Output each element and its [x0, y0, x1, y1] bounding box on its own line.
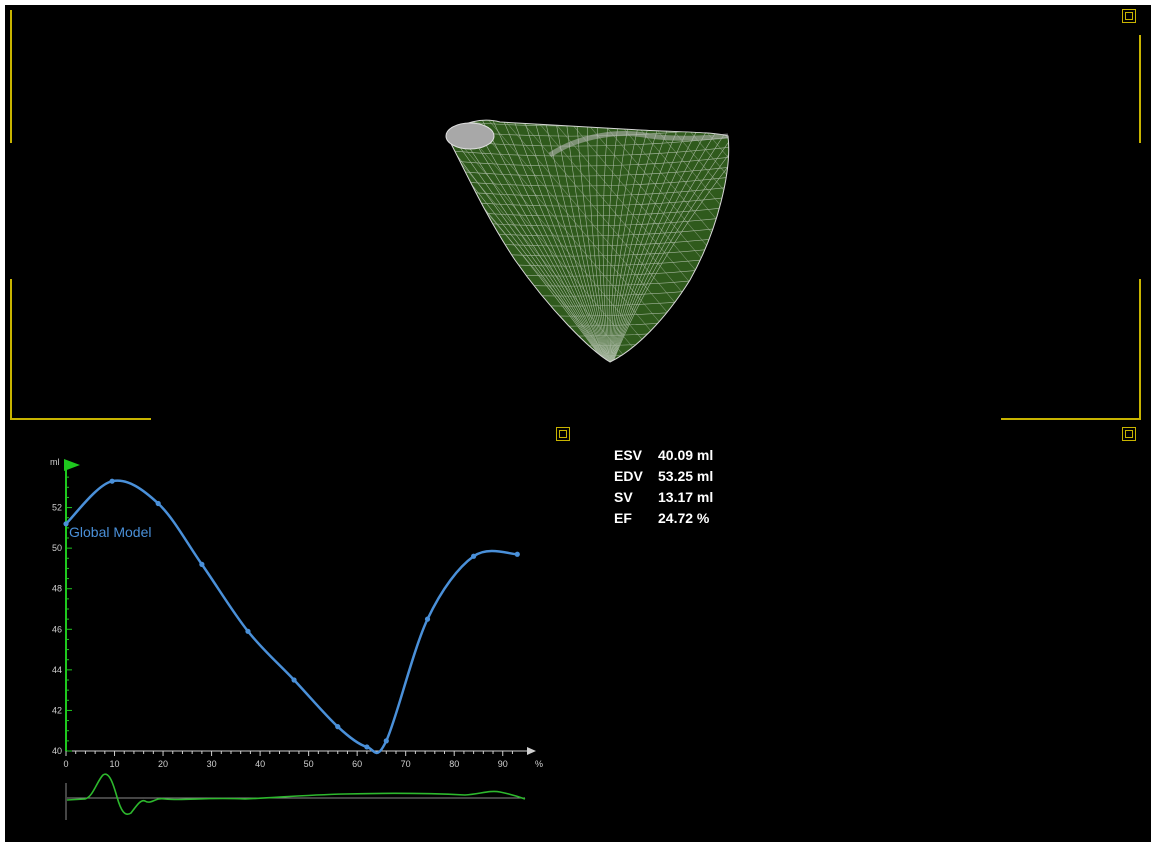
x-axis-label: %: [535, 759, 543, 769]
series-global-model-point: [245, 628, 251, 634]
x-tick-label: 30: [207, 759, 217, 769]
mesh-wire-line: [440, 366, 740, 370]
y-tick-label: 52: [52, 503, 62, 513]
stat-row-esv: ESV 40.09 ml: [614, 445, 713, 466]
volume-stats-panel: ESV 40.09 ml EDV 53.25 ml SV 13.17 ml EF 24.72 …: [614, 445, 713, 529]
series-global-model-line: [65, 479, 518, 755]
frame-right-bottom: [1139, 279, 1141, 420]
series-global-model-point: [424, 616, 431, 622]
maximize-stats-view-button[interactable]: [1122, 427, 1136, 441]
series-global-model-point: [199, 561, 205, 567]
stat-value: 40.09 ml: [658, 447, 714, 463]
ventricle-mesh-3d-view[interactable]: [440, 110, 740, 370]
x-tick-label: 0: [63, 759, 68, 769]
x-tick-label: 10: [110, 759, 120, 769]
ecg-waveform: [66, 773, 526, 815]
stat-label: SV: [614, 489, 633, 505]
y-tick-label: 40: [52, 746, 62, 756]
x-axis-arrow-icon: [527, 747, 536, 755]
volume-curve-chart: 40 42 44 46 48 50 52 0 10 20 30 40 50 60 70 80 90 Global…: [50, 457, 543, 820]
frame-bottom-right: [1001, 418, 1141, 420]
y-tick-label: 46: [52, 624, 62, 634]
y-axis-arrow-icon: [64, 459, 80, 471]
stat-row-ef: EF 24.72 %: [614, 508, 713, 529]
x-tick-label: 90: [498, 759, 508, 769]
series-label-global-model: Global Model: [69, 524, 152, 540]
stat-value: 13.17 ml: [658, 489, 714, 505]
stat-label: EDV: [614, 468, 643, 484]
stat-label: EF: [614, 510, 632, 526]
x-tick-label: 20: [158, 759, 168, 769]
frame-left-top: [10, 10, 12, 143]
series-global-model-point: [383, 738, 389, 744]
x-tick-label: 80: [449, 759, 459, 769]
series-global-model-point: [63, 521, 69, 527]
series-global-model-point: [291, 677, 297, 683]
ecg-trace: [65, 773, 526, 820]
stat-label: ESV: [614, 447, 643, 463]
stat-value: 53.25 ml: [658, 468, 714, 484]
series-global-model-point: [364, 744, 370, 750]
x-tick-label: 40: [255, 759, 265, 769]
maximize-chart-view-button[interactable]: [556, 427, 570, 441]
stat-row-edv: EDV 53.25 ml: [614, 466, 713, 487]
x-tick-label: 60: [352, 759, 362, 769]
series-global-model-point: [335, 724, 341, 730]
mesh-wire-line: [448, 345, 729, 357]
stat-row-sv: SV 13.17 ml: [614, 487, 713, 508]
y-axis-label: ml: [50, 457, 60, 467]
frame-right-top: [1139, 35, 1141, 143]
series-global-model-point: [471, 553, 477, 559]
frame-left-bottom: [10, 279, 12, 420]
series-global-model-point: [514, 551, 520, 557]
x-tick-label: 70: [401, 759, 411, 769]
y-tick-label: 42: [52, 705, 62, 715]
stat-value: 24.72 %: [658, 510, 710, 526]
y-tick-label: 44: [52, 665, 62, 675]
mesh-wire-line: [736, 110, 740, 370]
x-tick-label: 50: [304, 759, 314, 769]
y-tick-label: 48: [52, 584, 62, 594]
maximize-3d-view-button[interactable]: [1122, 9, 1136, 23]
y-tick-label: 50: [52, 543, 62, 553]
series-global-model-point: [155, 500, 161, 507]
series-global-model-point: [109, 478, 115, 484]
mesh-valve-opening: [445, 122, 495, 150]
viewer-screen: ESV 40.09 ml EDV 53.25 ml SV 13.17 ml EF 24.72 …: [5, 5, 1151, 842]
mesh-wire-line: [448, 355, 729, 362]
frame-bottom-left: [10, 418, 151, 420]
